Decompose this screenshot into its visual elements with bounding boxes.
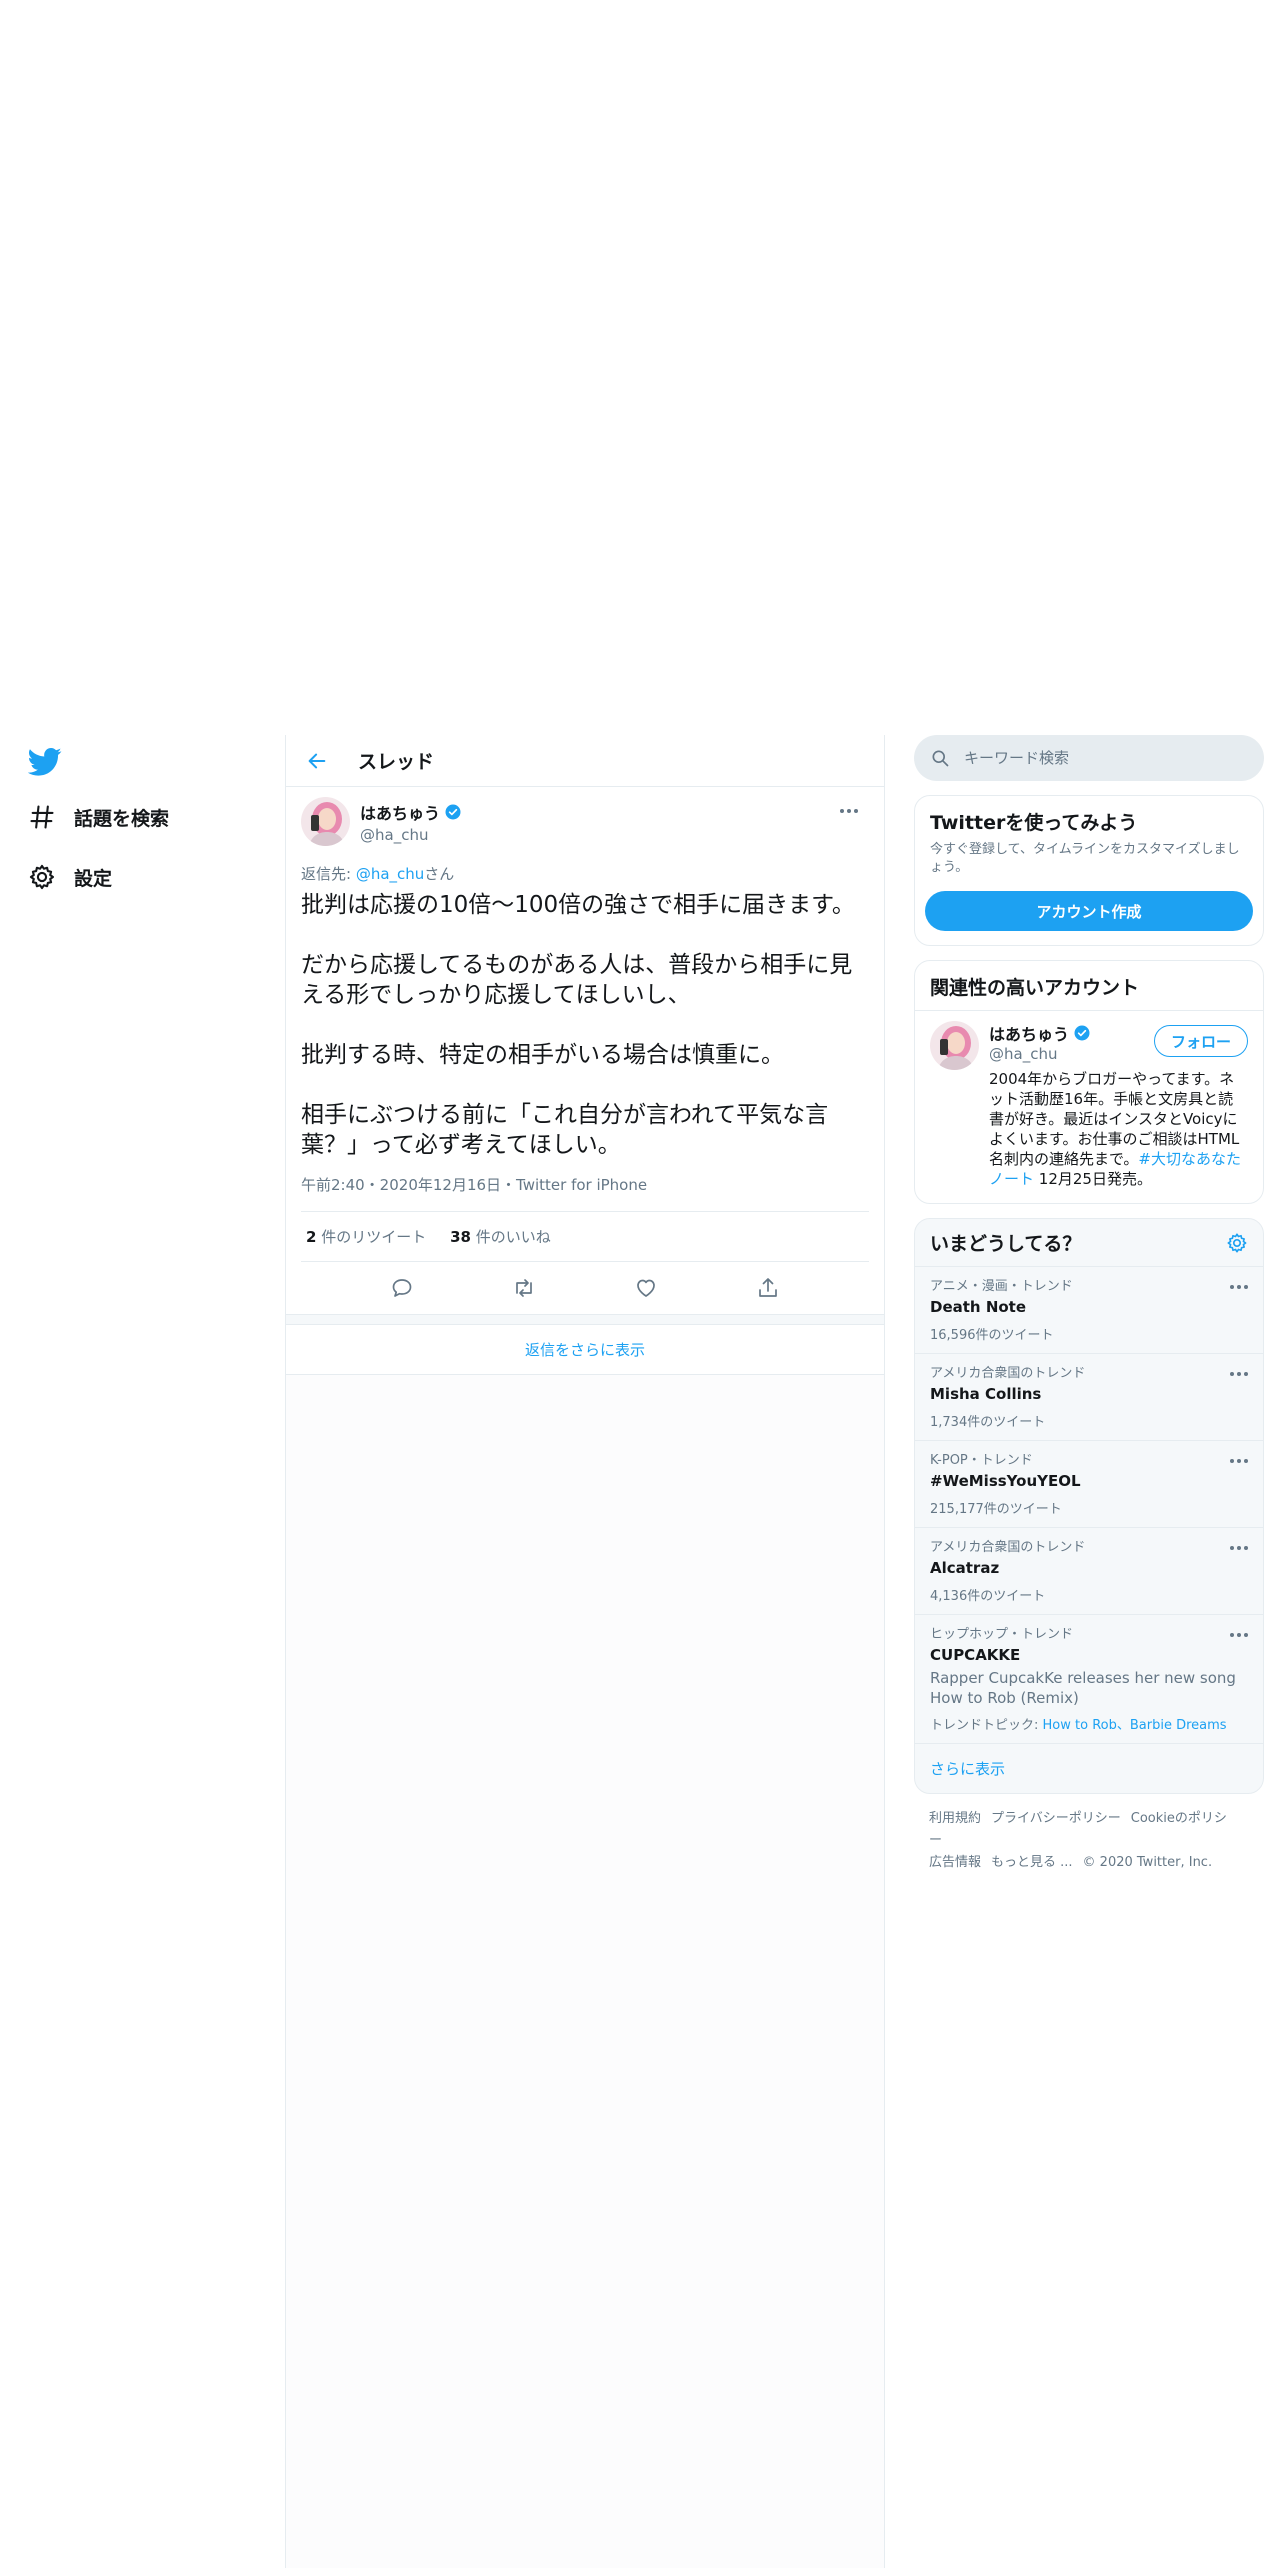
trend-item[interactable]: アニメ・漫画・トレンド Death Note 16,596件のツイート <box>915 1267 1263 1354</box>
thread-title: スレッド <box>358 751 435 773</box>
verified-badge-icon <box>1073 1024 1091 1042</box>
tweet-paragraph: 相手にぶつける前に「これ自分が言われて平気な言葉？」って必ず考えてほしい。 <box>301 1102 829 1158</box>
retweet-count: 2 <box>306 1228 317 1246</box>
trends-title: いまどうしてる？ <box>930 1233 1082 1255</box>
trend-item[interactable]: アメリカ合衆国のトレンド Misha Collins 1,734件のツイート <box>915 1354 1263 1441</box>
search-bar[interactable] <box>914 735 1264 781</box>
trends-card: いまどうしてる？ アニメ・漫画・トレンド Death Note 16,596件の… <box>914 1218 1264 1794</box>
thread-column: スレッド はあちゅう @ha_chu 返信先: @ha_chuさん 批判は応援の… <box>285 735 885 2568</box>
more-options-icon[interactable] <box>1227 1540 1251 1556</box>
like-label: 件のいいね <box>470 1228 551 1246</box>
trend-name: Death Note <box>930 1298 1027 1316</box>
more-options-icon[interactable] <box>1227 1453 1251 1469</box>
trend-context: K-POP・トレンド <box>930 1453 1033 1468</box>
footer-copyright: © 2020 Twitter, Inc. <box>1082 1855 1213 1870</box>
trend-tweet-count: 1,734件のツイート <box>930 1415 1046 1430</box>
right-sidebar: Twitterを使ってみよう 今すぐ登録して、タイムラインをカスタマイズしましょ… <box>914 735 1264 1888</box>
trend-item[interactable]: アメリカ合衆国のトレンド Alcatraz 4,136件のツイート <box>915 1528 1263 1615</box>
trends-header: いまどうしてる？ <box>915 1219 1263 1267</box>
reply-handle-link[interactable]: @ha_chu <box>356 865 424 883</box>
nav-settings[interactable]: 設定 <box>28 857 112 897</box>
footer-ads-link[interactable]: 広告情報 <box>929 1855 981 1870</box>
tweet-paragraph: 批判する時、特定の相手がいる場合は慎重に。 <box>301 1042 784 1068</box>
like-count: 38 <box>450 1228 471 1246</box>
tweet-header: はあちゅう @ha_chu <box>301 797 869 849</box>
reply-icon[interactable] <box>390 1276 414 1300</box>
search-input[interactable] <box>964 749 1214 767</box>
trend-name: Misha Collins <box>930 1385 1042 1403</box>
gear-icon <box>28 863 56 891</box>
more-options-icon[interactable] <box>1227 1279 1251 1295</box>
tweet-actions <box>301 1262 869 1314</box>
reply-to-line: 返信先: @ha_chuさん <box>301 863 869 884</box>
like-heart-icon[interactable] <box>634 1276 658 1300</box>
show-more-replies-button[interactable]: 返信をさらに表示 <box>286 1325 884 1375</box>
trend-topics-links[interactable]: How to Rob、Barbie Dreams <box>1043 1718 1227 1733</box>
trend-tweet-count: 215,177件のツイート <box>930 1502 1062 1517</box>
trend-context: アニメ・漫画・トレンド <box>930 1279 1073 1294</box>
trend-topics-label: トレンドトピック: <box>930 1718 1043 1733</box>
hashtag-icon <box>28 803 56 831</box>
more-options-icon[interactable] <box>1227 1627 1251 1643</box>
tweet-author-name[interactable]: はあちゅう <box>360 800 462 824</box>
thread-header: スレッド <box>286 735 884 787</box>
trend-name: CUPCAKKE <box>930 1646 1021 1664</box>
related-account[interactable]: はあちゅう @ha_chu 2004年からブロガーやってます。ネット活動歴16年… <box>915 1010 1263 1203</box>
main-tweet: はあちゅう @ha_chu 返信先: @ha_chuさん 批判は応援の10倍〜1… <box>286 787 884 1315</box>
footer-privacy-link[interactable]: プライバシーポリシー <box>991 1811 1121 1826</box>
trend-topics: トレンドトピック: How to Rob、Barbie Dreams <box>930 1714 1248 1733</box>
signup-card: Twitterを使ってみよう 今すぐ登録して、タイムラインをカスタマイズしましょ… <box>914 795 1264 946</box>
divider <box>286 1315 884 1325</box>
search-icon <box>930 748 950 768</box>
show-more-trends-link[interactable]: さらに表示 <box>915 1744 1263 1793</box>
tweet-stats: 2 件のリツイート 38 件のいいね <box>301 1212 869 1262</box>
nav-explore[interactable]: 話題を検索 <box>28 797 169 837</box>
more-options-icon[interactable] <box>837 803 861 819</box>
retweet-stat[interactable]: 2 件のリツイート <box>306 1228 426 1246</box>
trend-settings-gear-icon[interactable] <box>1226 1232 1248 1254</box>
follow-button[interactable]: フォロー <box>1153 1025 1248 1057</box>
bio-tail: 12月25日発売。 <box>1034 1170 1152 1188</box>
signup-title: Twitterを使ってみよう <box>930 812 1138 834</box>
trend-context: アメリカ合衆国のトレンド <box>930 1366 1086 1381</box>
avatar[interactable] <box>301 797 350 846</box>
trend-name: #WeMissYouYEOL <box>930 1472 1081 1490</box>
retweet-icon[interactable] <box>512 1276 536 1300</box>
related-accounts-title: 関連性の高いアカウント <box>930 977 1140 999</box>
footer-more-link[interactable]: もっと見る ... <box>991 1855 1073 1870</box>
footer-links: 利用規約 プライバシーポリシー Cookieのポリシー 広告情報 もっと見る ... ©… <box>914 1794 1264 1888</box>
tweet-timestamp[interactable]: 午前2:40・2020年12月16日・Twitter for iPhone <box>301 1174 869 1212</box>
related-account-bio: 2004年からブロガーやってます。ネット活動歴16年。手帳と文房具と読書が好き。… <box>989 1069 1248 1189</box>
reply-suffix: さん <box>424 865 455 883</box>
nav-settings-label: 設定 <box>74 867 113 890</box>
related-accounts-card: 関連性の高いアカウント はあちゅう @ha_chu 2004年からブロガーやって… <box>914 960 1264 1204</box>
footer-terms-link[interactable]: 利用規約 <box>929 1811 981 1826</box>
trend-item[interactable]: K-POP・トレンド #WeMissYouYEOL 215,177件のツイート <box>915 1441 1263 1528</box>
nav-explore-label: 話題を検索 <box>74 807 170 830</box>
back-arrow-icon[interactable] <box>302 746 332 776</box>
tweet-author-handle[interactable]: @ha_chu <box>360 826 462 844</box>
create-account-button[interactable]: アカウント作成 <box>925 891 1253 931</box>
related-name-text: はあちゅう <box>989 1025 1070 1044</box>
verified-badge-icon <box>444 803 462 821</box>
reply-prefix: 返信先: <box>301 865 356 883</box>
trend-tweet-count: 16,596件のツイート <box>930 1328 1054 1343</box>
share-icon[interactable] <box>756 1276 780 1300</box>
avatar[interactable] <box>930 1021 979 1070</box>
trend-context: ヒップホップ・トレンド <box>930 1627 1074 1642</box>
tweet-text: 批判は応援の10倍〜100倍の強さで相手に届きます。 だから応援してるものがある… <box>301 890 869 1160</box>
tweet-paragraph: 批判は応援の10倍〜100倍の強さで相手に届きます。 <box>301 892 855 918</box>
trend-tweet-count: 4,136件のツイート <box>930 1589 1046 1604</box>
tweet-paragraph: だから応援してるものがある人は、普段から相手に見える形でしっかり応援してほしいし… <box>301 952 853 1008</box>
author-name-text: はあちゅう <box>360 804 441 823</box>
trend-context: アメリカ合衆国のトレンド <box>930 1540 1086 1555</box>
retweet-label: 件のリツイート <box>316 1228 427 1246</box>
signup-subtitle: 今すぐ登録して、タイムラインをカスタマイズしましょう。 <box>930 842 1240 875</box>
more-options-icon[interactable] <box>1227 1366 1251 1382</box>
trend-name: Alcatraz <box>930 1559 1000 1577</box>
like-stat[interactable]: 38 件のいいね <box>450 1228 551 1246</box>
trend-description: Rapper CupcakKe releases her new song Ho… <box>930 1669 1236 1707</box>
trend-item[interactable]: ヒップホップ・トレンド CUPCAKKE Rapper CupcakKe rel… <box>915 1615 1263 1744</box>
twitter-bird-logo-icon[interactable] <box>28 747 62 777</box>
